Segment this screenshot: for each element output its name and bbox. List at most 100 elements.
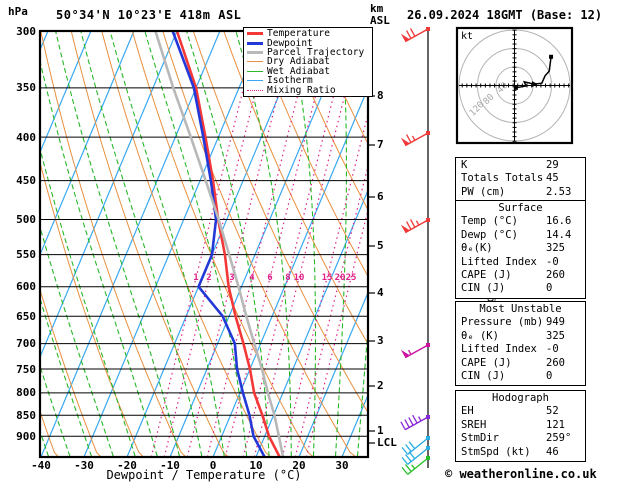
pressure-tick-label: 900 — [16, 429, 36, 443]
mixing-ratio-label: 2 — [206, 273, 212, 283]
legend-item: Isotherm — [246, 76, 370, 85]
wind-barb-icon — [400, 414, 430, 431]
table-row-value: 45 — [546, 172, 559, 185]
wind-barb-icon — [400, 343, 430, 359]
table-row-label: CIN (J) — [461, 370, 506, 383]
pressure-tick-label: 300 — [16, 24, 36, 38]
pressure-tick-label: 700 — [16, 337, 36, 351]
table-row-label: CIN (J) — [461, 282, 506, 295]
legend-item: Temperature — [246, 29, 370, 38]
table-row-label: Pressure (mb) — [461, 316, 544, 329]
table-row: Temp (°C) 16.6 — [456, 215, 585, 228]
table-row-value: 949 — [546, 316, 565, 329]
altitude-tick-label: 4 — [377, 286, 384, 299]
wind-barb-icon — [401, 436, 430, 455]
table-row-label: Lifted Index — [461, 343, 537, 356]
hodograph: 4080120 — [455, 26, 574, 145]
mixing-ratio-label: 25 — [345, 273, 357, 283]
altitude-tick-label: 3 — [377, 334, 384, 347]
table-row: Totals Totals 45 — [456, 172, 585, 185]
table-row: EH 52 — [456, 405, 585, 418]
legend-swatch-dotted — [247, 89, 263, 91]
temperature-tick-label: 10 — [249, 459, 263, 472]
table-row: Dewp (°C) 14.4 — [456, 229, 585, 242]
table-row: Lifted Index -0 — [456, 256, 585, 269]
table-row: StmSpd (kt) 46 — [456, 446, 585, 459]
table-row: CIN (J) 0 — [456, 370, 585, 383]
altitude-tick-label: 5 — [377, 239, 384, 252]
legend-item-label: Dry Adiabat — [267, 56, 330, 68]
pressure-tick-label: 600 — [16, 280, 36, 294]
table-row-label: Dewp (°C) — [461, 228, 518, 241]
table-row: CAPE (J) 260 — [456, 269, 585, 282]
table-row-value: 325 — [546, 242, 565, 255]
pressure-tick-label: 350 — [16, 81, 36, 95]
pressure-tick-label: 650 — [16, 309, 36, 323]
lcl-label: LCL — [377, 436, 397, 449]
pressure-axis-unit: hPa — [8, 5, 28, 18]
legend-item: Mixing Ratio — [246, 85, 370, 95]
temperature-tick-label: 0 — [209, 459, 217, 472]
table-header: Hodograph — [492, 392, 549, 404]
wind-barb-icon — [400, 131, 430, 147]
pressure-tick-label: 450 — [16, 174, 36, 188]
stats-table-hodograph: Hodograph EH 52 SREH 121 StmDir 259° StmSpd (kt… — [455, 390, 586, 463]
table-row-value: 259° — [546, 432, 572, 445]
table-row: θₑ (K) 325 — [456, 330, 585, 343]
wind-barb-icon — [401, 446, 430, 465]
mixing-ratio-label: 3 — [229, 273, 235, 283]
legend-swatch-solid — [247, 41, 263, 45]
table-row-label: PW (cm) — [461, 185, 506, 198]
table-row: CIN (J) 0 — [456, 282, 585, 295]
temperature-tick-label: -10 — [160, 459, 180, 472]
legend-swatch-solid — [247, 50, 263, 54]
wind-barb-icon — [400, 27, 430, 43]
altitude-tick-label: 8 — [377, 89, 384, 102]
skewt-sounding-page: 40 80 120 hPa 50°34'N 10°23'E 418m ASL km … — [0, 0, 629, 486]
table-row-value: 46 — [546, 445, 559, 458]
table-row-label: StmSpd (kt) — [461, 445, 531, 458]
station-title: 50°34'N 10°23'E 418m ASL — [56, 8, 242, 22]
table-row-label: CAPE (J) — [461, 269, 512, 282]
table-row-label: CAPE (J) — [461, 356, 512, 369]
table-row-label: θₑ (K) — [461, 329, 499, 342]
legend-item-label: Isotherm — [267, 75, 313, 87]
table-row-value: 2.53 — [546, 185, 572, 198]
table-row: CAPE (J) 260 — [456, 357, 585, 370]
table-row-label: StmDir — [461, 432, 499, 445]
table-row-value: 29 — [546, 159, 559, 171]
table-row-value: 16.6 — [546, 215, 572, 228]
table-row-value: -0 — [546, 255, 559, 268]
table-row-value: 0 — [546, 370, 553, 383]
table-header: Surface — [498, 202, 543, 214]
altitude-tick-label: 6 — [377, 190, 384, 203]
table-row: K 29 — [456, 159, 585, 172]
dry-adiabat-line — [590, 31, 629, 457]
table-row-label: Lifted Index — [461, 255, 537, 268]
table-row-value: 260 — [546, 356, 565, 369]
table-row: PW (cm) 2.53 — [456, 186, 585, 199]
pressure-tick-label: 850 — [16, 408, 36, 422]
table-row-value: 121 — [546, 418, 565, 431]
table-row: θₑ(K) 325 — [456, 242, 585, 255]
pressure-tick-label: 500 — [16, 212, 36, 226]
pressure-tick-label: 550 — [16, 248, 36, 262]
wind-barb-icon — [400, 218, 430, 234]
temperature-tick-label: 20 — [292, 459, 306, 472]
table-row-label: θₑ(K) — [461, 242, 493, 255]
legend-item-label: Temperature — [267, 28, 330, 40]
legend: Temperature Dewpoint Parcel Trajectory Dry … — [243, 27, 373, 97]
table-row: Lifted Index -0 — [456, 343, 585, 356]
table-header: Most Unstable — [479, 303, 562, 315]
table-row-value: 260 — [546, 269, 565, 282]
table-row-value: -0 — [546, 343, 559, 356]
pressure-tick-label: 800 — [16, 386, 36, 400]
table-row-label: K — [461, 159, 468, 171]
temperature-tick-label: -30 — [74, 459, 94, 472]
table-row-label: Totals Totals — [461, 172, 544, 185]
table-row-label: Temp (°C) — [461, 215, 518, 228]
hodograph-unit-label: kt — [461, 31, 474, 42]
run-date: 26.09.2024 18GMT (Base: 12) — [407, 8, 603, 22]
table-row-label: SREH — [461, 418, 487, 431]
altitude-tick-label: 2 — [377, 379, 384, 392]
